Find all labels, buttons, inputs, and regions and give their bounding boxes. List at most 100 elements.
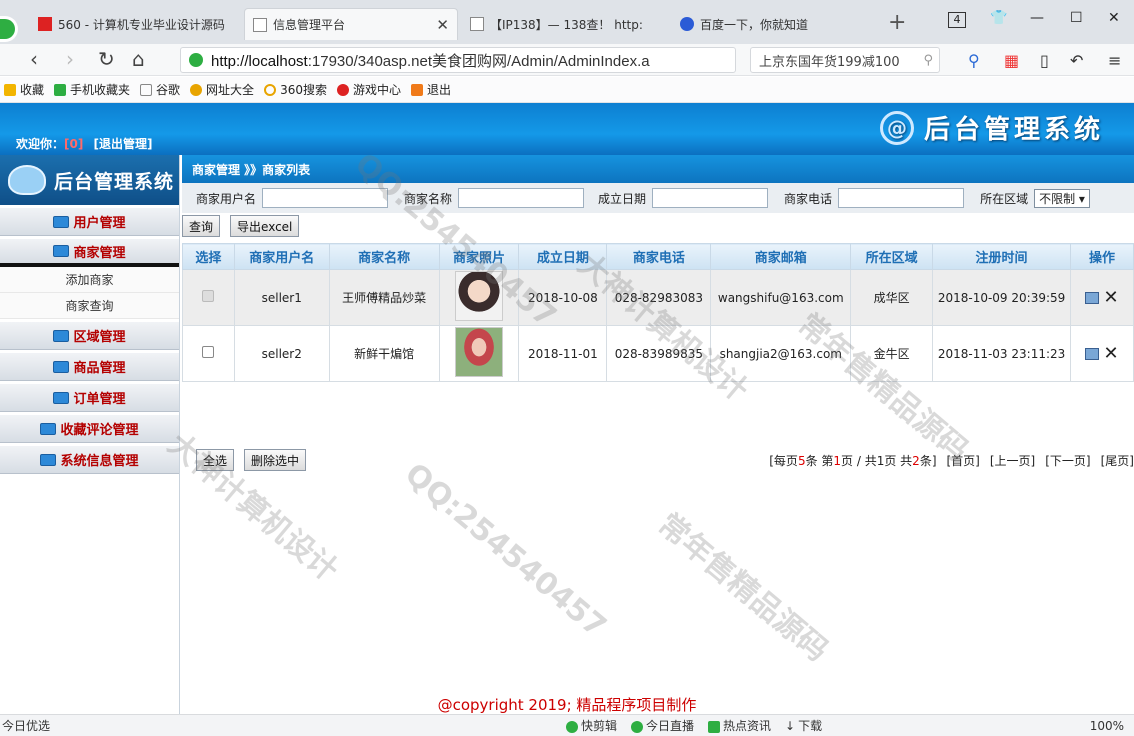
maximize-icon[interactable]: ☐ bbox=[1070, 10, 1083, 26]
tab-2-active[interactable]: 信息管理平台 ✕ bbox=[244, 8, 458, 40]
system-title: @ 后台管理系统 bbox=[879, 109, 1104, 146]
menu-icon bbox=[40, 422, 57, 435]
merchant-phone-input[interactable] bbox=[838, 188, 965, 208]
menu-icon bbox=[53, 215, 70, 228]
edit-icon[interactable] bbox=[1085, 291, 1100, 304]
url-field[interactable]: http://localhost:17930/340asp.net美食团购网/A… bbox=[180, 47, 736, 73]
table-row: seller2 新鲜干煸馆 2018-11-01 028-83989835 sh… bbox=[182, 325, 1134, 382]
bookmark-item[interactable]: 网址大全 bbox=[190, 81, 254, 98]
pager-first[interactable]: [首页] bbox=[947, 452, 980, 469]
phone-icon bbox=[54, 83, 67, 96]
find-icon[interactable]: ⚲ bbox=[968, 51, 980, 70]
breadcrumb: 商家管理 》》商家列表 bbox=[182, 155, 1134, 183]
tab-1[interactable]: 560 - 计算机专业毕业设计源码 bbox=[30, 8, 240, 40]
select-all-button[interactable]: 全选 bbox=[196, 449, 235, 471]
copyright: @copyright 2019; 精品程序项目制作 bbox=[437, 696, 697, 714]
col-area: 所在区域 bbox=[850, 243, 934, 270]
col-name: 商家名称 bbox=[328, 243, 440, 270]
row-checkbox[interactable] bbox=[202, 290, 215, 302]
filter-bar: 商家用户名 商家名称 成立日期 商家电话 所在区域 不限制 ▾ bbox=[182, 183, 1134, 213]
pager-last[interactable]: [尾页] bbox=[1101, 452, 1134, 469]
export-excel-button[interactable]: 导出excel bbox=[230, 215, 300, 237]
col-date: 成立日期 bbox=[518, 243, 608, 270]
cell-select bbox=[182, 325, 235, 382]
bookmark-item[interactable]: 游戏中心 bbox=[336, 81, 401, 98]
merchant-username-input[interactable] bbox=[262, 188, 389, 208]
merchant-name-input[interactable] bbox=[458, 188, 585, 208]
apps-grid-icon[interactable]: ▦ bbox=[1004, 51, 1019, 70]
col-phone: 商家电话 bbox=[606, 243, 712, 270]
col-select: 选择 bbox=[182, 243, 235, 270]
username: [0] bbox=[64, 137, 84, 151]
status-item[interactable]: 今日直播 bbox=[631, 717, 694, 734]
baidu-paw-icon bbox=[680, 17, 694, 31]
cell-username: seller2 bbox=[233, 325, 330, 382]
reader-icon[interactable]: ▯ bbox=[1040, 51, 1049, 70]
edit-icon[interactable] bbox=[1085, 347, 1100, 360]
close-window-icon[interactable]: ✕ bbox=[1108, 10, 1120, 26]
bookmark-item[interactable]: 谷歌 bbox=[140, 81, 180, 98]
founded-date-input[interactable] bbox=[652, 188, 769, 208]
cell-area: 成华区 bbox=[850, 269, 934, 326]
sidebar-item-areas[interactable]: 区域管理 bbox=[0, 321, 179, 350]
back-icon[interactable]: ‹ bbox=[30, 48, 38, 70]
cell-photo bbox=[438, 269, 520, 326]
status-item[interactable]: ↓ 下载 bbox=[785, 717, 822, 734]
col-username: 商家用户名 bbox=[233, 243, 330, 270]
sidebar: 后台管理系统 用户管理 商家管理 添加商家 商家查询 区域管理 商品管理 订单管… bbox=[0, 155, 180, 714]
sidebar-item-products[interactable]: 商品管理 bbox=[0, 352, 179, 381]
query-button[interactable]: 查询 bbox=[182, 215, 221, 237]
submenu-query-merchant[interactable]: 商家查询 bbox=[0, 293, 179, 319]
security-shield-icon bbox=[189, 53, 203, 67]
page-icon bbox=[253, 17, 267, 32]
minimize-icon[interactable]: — bbox=[1030, 10, 1044, 26]
status-item[interactable]: 热点资讯 bbox=[708, 717, 771, 734]
sidebar-item-system-info[interactable]: 系统信息管理 bbox=[0, 445, 179, 474]
forward-icon[interactable]: › bbox=[66, 48, 74, 70]
delete-icon[interactable]: ✕ bbox=[1103, 287, 1118, 308]
cell-name: 王师傅精品炒菜 bbox=[328, 269, 440, 326]
page-icon bbox=[470, 17, 484, 31]
zoom-level[interactable]: 100% bbox=[1090, 719, 1124, 733]
site-favicon-icon bbox=[38, 17, 52, 31]
bookmark-item[interactable]: 手机收藏夹 bbox=[54, 81, 130, 98]
cell-phone: 028-82983083 bbox=[606, 269, 712, 326]
new-tab-icon[interactable]: + bbox=[888, 12, 906, 34]
sidebar-item-users[interactable]: 用户管理 bbox=[0, 207, 179, 236]
menu-icon[interactable]: ≡ bbox=[1108, 51, 1121, 70]
browser-search-input[interactable]: 上京东国年货199减100 ⚲ bbox=[750, 47, 940, 73]
bookmark-item[interactable]: 收藏 bbox=[4, 81, 44, 98]
tab-3[interactable]: 【IP138】— 138查！ http: bbox=[462, 8, 662, 40]
sidebar-item-merchants[interactable]: 商家管理 bbox=[0, 238, 179, 267]
sidebar-item-favorites-comments[interactable]: 收藏评论管理 bbox=[0, 414, 179, 443]
cell-phone: 028-83989835 bbox=[606, 325, 712, 382]
close-tab-icon[interactable]: ✕ bbox=[428, 16, 449, 34]
tab-count-badge[interactable]: 4 bbox=[948, 12, 966, 28]
bookmark-item[interactable]: 退出 bbox=[410, 81, 451, 98]
search-icon[interactable]: ⚲ bbox=[923, 53, 933, 68]
delete-icon[interactable]: ✕ bbox=[1103, 343, 1118, 364]
filter-label: 所在区域 bbox=[980, 191, 1029, 206]
bookmark-item[interactable]: 360搜索 bbox=[264, 81, 327, 98]
browser-tab-bar: 560 - 计算机专业毕业设计源码 信息管理平台 ✕ 【IP138】— 138查… bbox=[0, 0, 1134, 44]
sidebar-header: 后台管理系统 bbox=[0, 155, 179, 205]
status-left-text[interactable]: 今日优选 bbox=[0, 717, 50, 734]
area-select[interactable]: 不限制 ▾ bbox=[1034, 188, 1090, 208]
pager-next[interactable]: [下一页] bbox=[1045, 452, 1090, 469]
skin-shirt-icon[interactable]: 👕 bbox=[990, 10, 1007, 26]
pager-info: [每页5条 第1页 / 共1页 共2条] bbox=[769, 453, 937, 468]
tab-4[interactable]: 百度一下，你就知道 bbox=[672, 8, 872, 40]
news-icon bbox=[708, 720, 721, 733]
submenu-add-merchant[interactable]: 添加商家 bbox=[0, 267, 179, 293]
cell-select bbox=[182, 269, 235, 326]
sidebar-item-orders[interactable]: 订单管理 bbox=[0, 383, 179, 412]
delete-selected-button[interactable]: 删除选中 bbox=[244, 449, 307, 471]
status-item[interactable]: 快剪辑 bbox=[566, 717, 617, 734]
pager-prev[interactable]: [上一页] bbox=[990, 452, 1035, 469]
home-icon[interactable]: ⌂ bbox=[132, 48, 145, 70]
logout-link[interactable]: [退出管理] bbox=[94, 137, 153, 151]
star-icon bbox=[4, 83, 16, 96]
undo-icon[interactable]: ↶ bbox=[1070, 51, 1083, 70]
reload-icon[interactable]: ↻ bbox=[98, 48, 115, 70]
row-checkbox[interactable] bbox=[202, 346, 215, 358]
